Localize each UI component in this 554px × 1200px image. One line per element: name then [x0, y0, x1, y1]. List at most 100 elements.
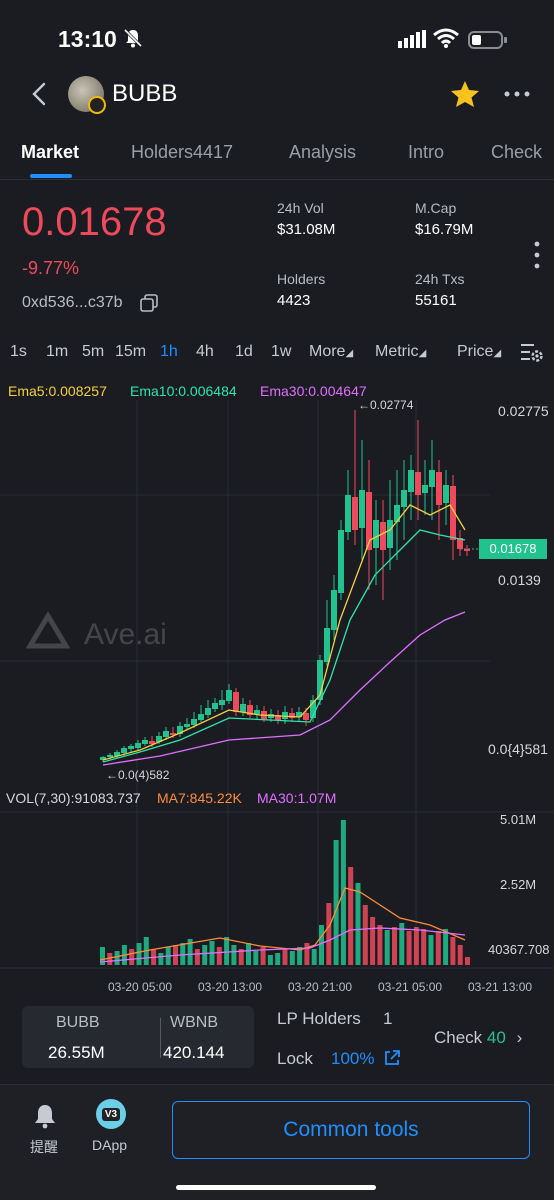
vol-label: VOL(7,30):91083.737 [6, 790, 141, 806]
dapp-icon[interactable]: V3 [96, 1099, 126, 1129]
volume-bar [311, 949, 317, 965]
timeframe-1m[interactable]: 1m [46, 343, 68, 361]
candle-body [443, 485, 449, 503]
price-dropdown-label: Price [457, 343, 494, 360]
candle-body [233, 692, 239, 712]
volume-bar [435, 931, 441, 965]
candle-body [219, 700, 225, 705]
volume-bar [333, 840, 339, 965]
timeframe-5m[interactable]: 5m [82, 343, 104, 361]
x-tick: 03-20 21:00 [288, 980, 353, 994]
ma30-label: MA30:1.07M [257, 790, 337, 806]
candle-body [254, 710, 260, 714]
tab-bar: Market Holders4417 Analysis Intro Check [0, 136, 554, 180]
x-tick: 03-20 13:00 [198, 980, 263, 994]
candle-body [331, 590, 337, 630]
active-tab-indicator [30, 174, 72, 178]
candle-body [128, 746, 134, 749]
lp-holders-label: LP Holders [277, 1009, 361, 1028]
bell-icon[interactable] [33, 1103, 57, 1129]
volume-bar [326, 903, 332, 965]
volume-bar [180, 943, 186, 965]
volume-bar [158, 953, 164, 965]
volume-bar [362, 905, 368, 965]
candlestick-chart[interactable] [0, 380, 554, 1000]
candle-body [198, 714, 204, 720]
volume-bar [129, 949, 135, 965]
timeframe-1s[interactable]: 1s [10, 343, 27, 361]
caret-down-icon: ◢ [418, 348, 427, 359]
metric-dropdown[interactable]: Metric◢ [375, 343, 426, 361]
candle-body [142, 740, 148, 744]
tab-intro[interactable]: Intro [408, 142, 444, 163]
timeframe-15m[interactable]: 15m [115, 343, 146, 361]
more-dropdown[interactable]: More◢ [309, 343, 353, 361]
vertical-more-icon[interactable] [532, 240, 542, 270]
favorite-star-icon[interactable] [450, 80, 480, 108]
status-bar: 13:10 [0, 0, 554, 80]
more-options-icon[interactable] [503, 84, 531, 104]
volume-bar [253, 951, 259, 965]
volume-bar [304, 943, 310, 965]
x-tick: 03-20 05:00 [108, 980, 173, 994]
back-arrow-icon[interactable] [28, 80, 52, 108]
copy-icon[interactable] [140, 294, 158, 312]
high-marker: ←0.02774 [358, 398, 414, 412]
x-tick: 03-21 05:00 [378, 980, 443, 994]
volume-bar [136, 943, 142, 965]
volume-bar [392, 927, 397, 965]
caret-down-icon: ◢ [493, 348, 502, 359]
volume-bar [457, 945, 463, 965]
wifi-icon [433, 28, 459, 48]
pool-token-b-label: WBNB [170, 1014, 218, 1031]
volume-bar [246, 943, 251, 965]
candle-body [191, 719, 197, 725]
token-avatar [68, 76, 106, 114]
vol-value: $31.08M [277, 221, 336, 238]
token-symbol: BUBB [112, 80, 178, 107]
vol-axis-min: 40367.708 [488, 942, 550, 957]
timeframe-4h[interactable]: 4h [196, 343, 214, 361]
low-marker: ←0.0(4)582 [106, 768, 170, 782]
current-price: 0.01678 [22, 200, 167, 244]
mcap-label: M.Cap [415, 200, 457, 216]
common-tools-button[interactable]: Common tools [172, 1101, 530, 1159]
chart-settings-icon[interactable] [520, 340, 544, 364]
tab-holders[interactable]: Holders4417 [131, 142, 233, 163]
candle-body [303, 713, 309, 720]
vol-label: 24h Vol [277, 200, 324, 216]
tab-market[interactable]: Market [21, 142, 79, 163]
tab-check[interactable]: Check [491, 142, 542, 163]
candle-body [135, 743, 141, 748]
nav-dapp-label[interactable]: DApp [92, 1137, 127, 1153]
check-score[interactable]: Check 40 › [434, 1028, 522, 1048]
price-dropdown[interactable]: Price◢ [457, 343, 501, 361]
external-link-icon[interactable] [383, 1049, 401, 1067]
txs-label: 24h Txs [415, 271, 465, 287]
candle-body [121, 748, 127, 753]
holders-label: Holders [277, 271, 326, 287]
bottom-bar: 提醒 V3 DApp Common tools [0, 1084, 554, 1200]
nav-alerts-label[interactable]: 提醒 [30, 1137, 58, 1157]
more-dropdown-label: More [309, 343, 346, 360]
current-price-tag: 0.01678 [479, 539, 547, 559]
volume-bar [384, 930, 390, 965]
candle-body [415, 472, 421, 495]
lock-value[interactable]: 100% [331, 1049, 374, 1069]
candle-body [359, 490, 365, 528]
candle-body [212, 703, 218, 709]
ema10-label: Ema10:0.006484 [130, 383, 237, 399]
volume-bar [202, 945, 208, 965]
timeframe-1h[interactable]: 1h [160, 343, 178, 361]
dapp-badge: V3 [101, 1107, 121, 1121]
tab-analysis[interactable]: Analysis [289, 142, 356, 163]
volume-bar [428, 935, 434, 965]
candle-body [464, 549, 470, 551]
candle-body [338, 530, 344, 593]
liquidity-pool-card: BUBB 26.55M WBNB 420.144 [22, 1006, 254, 1068]
candle-body [352, 497, 358, 530]
timeframe-1w[interactable]: 1w [271, 343, 291, 361]
candle-body [163, 731, 169, 737]
timeframe-1d[interactable]: 1d [235, 343, 253, 361]
caret-down-icon: ◢ [345, 348, 354, 359]
